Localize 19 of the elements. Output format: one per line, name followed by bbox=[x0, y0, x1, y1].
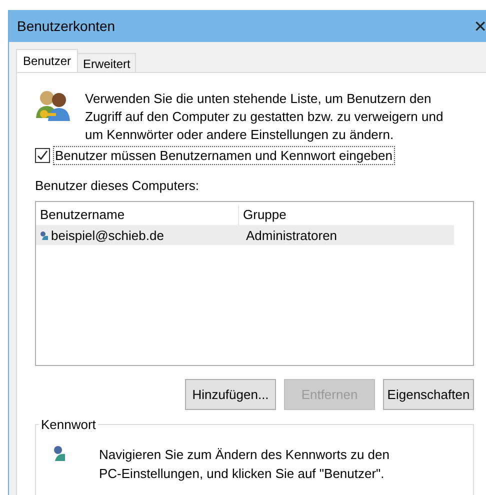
checkbox[interactable] bbox=[35, 148, 50, 163]
tab[interactable]: Benutzer bbox=[16, 49, 78, 72]
user-icon bbox=[52, 445, 68, 461]
user-icon bbox=[40, 230, 49, 240]
dialog-button[interactable]: Eigenschaften bbox=[383, 379, 474, 410]
table-cell: beispiel@schieb.de bbox=[51, 228, 164, 242]
column-header[interactable]: Benutzername bbox=[36, 205, 238, 221]
group-title: Kennwort bbox=[39, 417, 98, 432]
checkbox-label[interactable]: Benutzer müssen Benutzernamen und Kennwort eingeben bbox=[53, 146, 394, 165]
user-row[interactable]: beispiel@schieb.de Administratoren bbox=[36, 225, 454, 245]
dialog-button[interactable]: Hinzufügen... bbox=[185, 379, 276, 410]
table-cell: Administratoren bbox=[238, 225, 454, 245]
description-text: Verwenden Sie die unten stehende Liste, um Benutzern den Zugriff auf den Computer zu gestatten bzw. zu verweigern und um Kennwörter oder andere Einstellungen zu ändern. bbox=[85, 90, 444, 144]
close-button[interactable]: ✕ bbox=[474, 16, 486, 36]
users-key-icon bbox=[35, 88, 71, 124]
window-title: Benutzerkonten bbox=[17, 18, 116, 34]
tab[interactable]: Erweitert bbox=[77, 53, 136, 72]
password-hint-text: Navigieren Sie zum Ändern des Kennworts zu den PC-Einstellungen, und klicken Sie auf "Benutzer". bbox=[99, 446, 390, 483]
list-label: Benutzer dieses Computers: bbox=[35, 178, 200, 193]
